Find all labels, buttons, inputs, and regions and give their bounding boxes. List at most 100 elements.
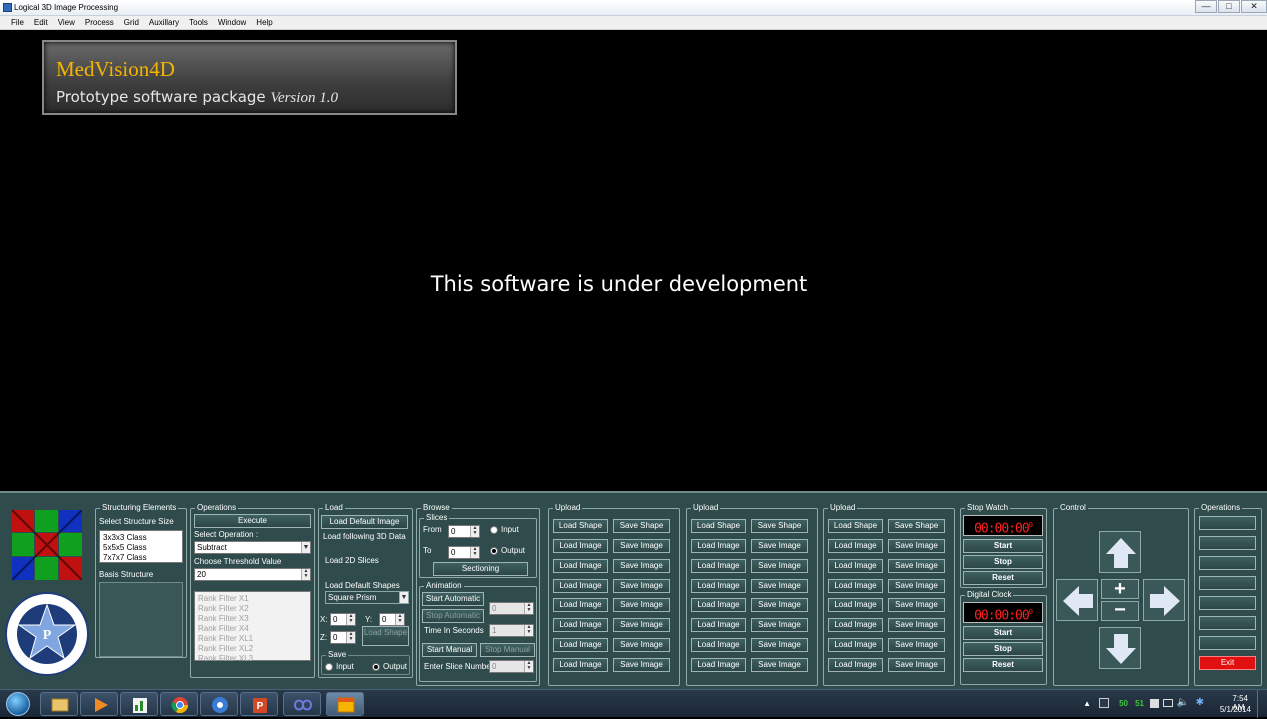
save-image-button[interactable]: Save Image: [751, 638, 808, 652]
menu-file[interactable]: File: [11, 18, 24, 27]
list-item[interactable]: Rank Filter XL1: [198, 634, 307, 644]
load-image-button[interactable]: Load Image: [828, 598, 883, 612]
operation-slot-button[interactable]: [1199, 516, 1256, 530]
operation-slot-button[interactable]: [1199, 536, 1256, 550]
start-automatic-button[interactable]: Start Automatic: [422, 592, 484, 606]
auto-value-input[interactable]: 0 ▲ ▼: [489, 602, 534, 615]
tray-show-icons-icon[interactable]: ▲: [1083, 699, 1091, 708]
list-item[interactable]: Rank Filter X4: [198, 624, 307, 634]
save-image-button[interactable]: Save Image: [888, 579, 945, 593]
stopwatch-stop-button[interactable]: Stop: [963, 555, 1043, 569]
chart-app-taskbar-icon[interactable]: [120, 692, 158, 716]
save-image-button[interactable]: Save Image: [613, 658, 670, 672]
operation-slot-button[interactable]: [1199, 596, 1256, 610]
save-shape-button[interactable]: Save Shape: [751, 519, 808, 533]
load-image-button[interactable]: Load Image: [553, 539, 608, 553]
tray-volume-icon[interactable]: 🔈: [1177, 697, 1189, 708]
maximize-button[interactable]: □: [1218, 0, 1240, 13]
spinner-icon[interactable]: ▲ ▼: [524, 661, 533, 672]
save-image-button[interactable]: Save Image: [888, 598, 945, 612]
operation-slot-button[interactable]: [1199, 636, 1256, 650]
spinner-icon[interactable]: ▲ ▼: [346, 632, 355, 643]
load-image-button[interactable]: Load Image: [691, 618, 746, 632]
save-image-button[interactable]: Save Image: [751, 579, 808, 593]
load-image-button[interactable]: Load Image: [828, 658, 883, 672]
radio-icon[interactable]: [490, 525, 498, 534]
zoom-in-button[interactable]: +: [1101, 579, 1139, 599]
time-input[interactable]: 1 ▲ ▼: [489, 624, 534, 637]
load-shape-button[interactable]: Load Shape: [691, 519, 746, 533]
list-item[interactable]: Rank Filter XL3: [198, 654, 307, 664]
list-item[interactable]: Rank Filter X2: [198, 604, 307, 614]
to-input[interactable]: 0 ▲ ▼: [448, 546, 480, 559]
threshold-input[interactable]: 20 ▲ ▼: [194, 568, 311, 581]
load-shape-button[interactable]: Load Shape: [828, 519, 883, 533]
menu-grid[interactable]: Grid: [124, 18, 139, 27]
load-image-button[interactable]: Load Image: [691, 598, 746, 612]
execute-button[interactable]: Execute: [194, 514, 311, 528]
spinner-icon[interactable]: ▲ ▼: [470, 547, 479, 558]
load-image-button[interactable]: Load Image: [828, 559, 883, 573]
load-shape-button[interactable]: Load Shape: [362, 626, 409, 646]
medvision-taskbar-icon[interactable]: [326, 692, 364, 716]
spinner-icon[interactable]: ▲ ▼: [346, 614, 355, 625]
spinner-icon[interactable]: ▲ ▼: [470, 526, 479, 537]
save-image-button[interactable]: Save Image: [751, 598, 808, 612]
load-image-button[interactable]: Load Image: [553, 638, 608, 652]
clock-date-display[interactable]: 5/1/2014: [1220, 705, 1251, 714]
infinity-app-taskbar-icon[interactable]: [283, 692, 321, 716]
menu-help[interactable]: Help: [256, 18, 272, 27]
rank-filter-list[interactable]: Rank Filter X1 Rank Filter X2 Rank Filte…: [194, 591, 311, 664]
radio-icon[interactable]: [490, 546, 498, 555]
load-image-button[interactable]: Load Image: [691, 579, 746, 593]
list-item[interactable]: 7x7x7 Class: [103, 553, 179, 563]
explorer-taskbar-icon[interactable]: [40, 692, 78, 716]
list-item[interactable]: Rank Filter X3: [198, 614, 307, 624]
list-item[interactable]: Rank Filter X1: [198, 594, 307, 604]
chevron-down-icon[interactable]: ▼: [301, 542, 310, 553]
arrow-right-icon[interactable]: [1143, 579, 1185, 621]
spinner-icon[interactable]: ▲ ▼: [524, 603, 533, 614]
save-image-button[interactable]: Save Image: [613, 579, 670, 593]
load-image-button[interactable]: Load Image: [691, 559, 746, 573]
tray-network-icon[interactable]: [1099, 698, 1109, 708]
shape-select[interactable]: Square Prism ▼: [325, 591, 409, 604]
operation-slot-button[interactable]: [1199, 556, 1256, 570]
browse-input-radio[interactable]: Input: [490, 525, 519, 534]
browse-output-radio[interactable]: Output: [490, 546, 525, 555]
radio-icon[interactable]: [372, 662, 380, 671]
stopwatch-reset-button[interactable]: Reset: [963, 571, 1043, 585]
save-output-radio[interactable]: Output: [372, 662, 407, 671]
arrow-down-icon[interactable]: [1099, 627, 1141, 669]
operation-slot-button[interactable]: [1199, 576, 1256, 590]
menu-tools[interactable]: Tools: [189, 18, 208, 27]
clock-start-button[interactable]: Start: [963, 626, 1043, 640]
spinner-icon[interactable]: ▲ ▼: [301, 569, 310, 580]
save-shape-button[interactable]: Save Shape: [613, 519, 670, 533]
save-image-button[interactable]: Save Image: [888, 539, 945, 553]
load-image-button[interactable]: Load Image: [553, 618, 608, 632]
menu-auxillary[interactable]: Auxillary: [149, 18, 179, 27]
save-image-button[interactable]: Save Image: [613, 559, 670, 573]
save-input-radio[interactable]: Input: [325, 662, 354, 671]
close-button[interactable]: ✕: [1241, 0, 1267, 13]
save-image-button[interactable]: Save Image: [613, 638, 670, 652]
spinner-icon[interactable]: ▲ ▼: [395, 614, 404, 625]
stop-manual-button[interactable]: Stop Manual: [480, 643, 535, 657]
load-image-button[interactable]: Load Image: [691, 539, 746, 553]
load-image-button[interactable]: Load Image: [553, 598, 608, 612]
load-image-button[interactable]: Load Image: [553, 658, 608, 672]
zoom-out-button[interactable]: −: [1101, 600, 1139, 621]
stop-automatic-button[interactable]: Stop Automatic: [422, 609, 484, 623]
load-image-button[interactable]: Load Image: [828, 539, 883, 553]
exit-button[interactable]: Exit: [1199, 656, 1256, 670]
tray-monitor-icon[interactable]: [1163, 699, 1173, 707]
save-image-button[interactable]: Save Image: [613, 618, 670, 632]
y-input[interactable]: 0 ▲ ▼: [379, 613, 405, 626]
chrome-taskbar-icon[interactable]: [160, 692, 198, 716]
load-image-button[interactable]: Load Image: [691, 658, 746, 672]
load-image-button[interactable]: Load Image: [828, 618, 883, 632]
powerpoint-taskbar-icon[interactable]: P: [240, 692, 278, 716]
from-input[interactable]: 0 ▲ ▼: [448, 525, 480, 538]
stopwatch-start-button[interactable]: Start: [963, 539, 1043, 553]
